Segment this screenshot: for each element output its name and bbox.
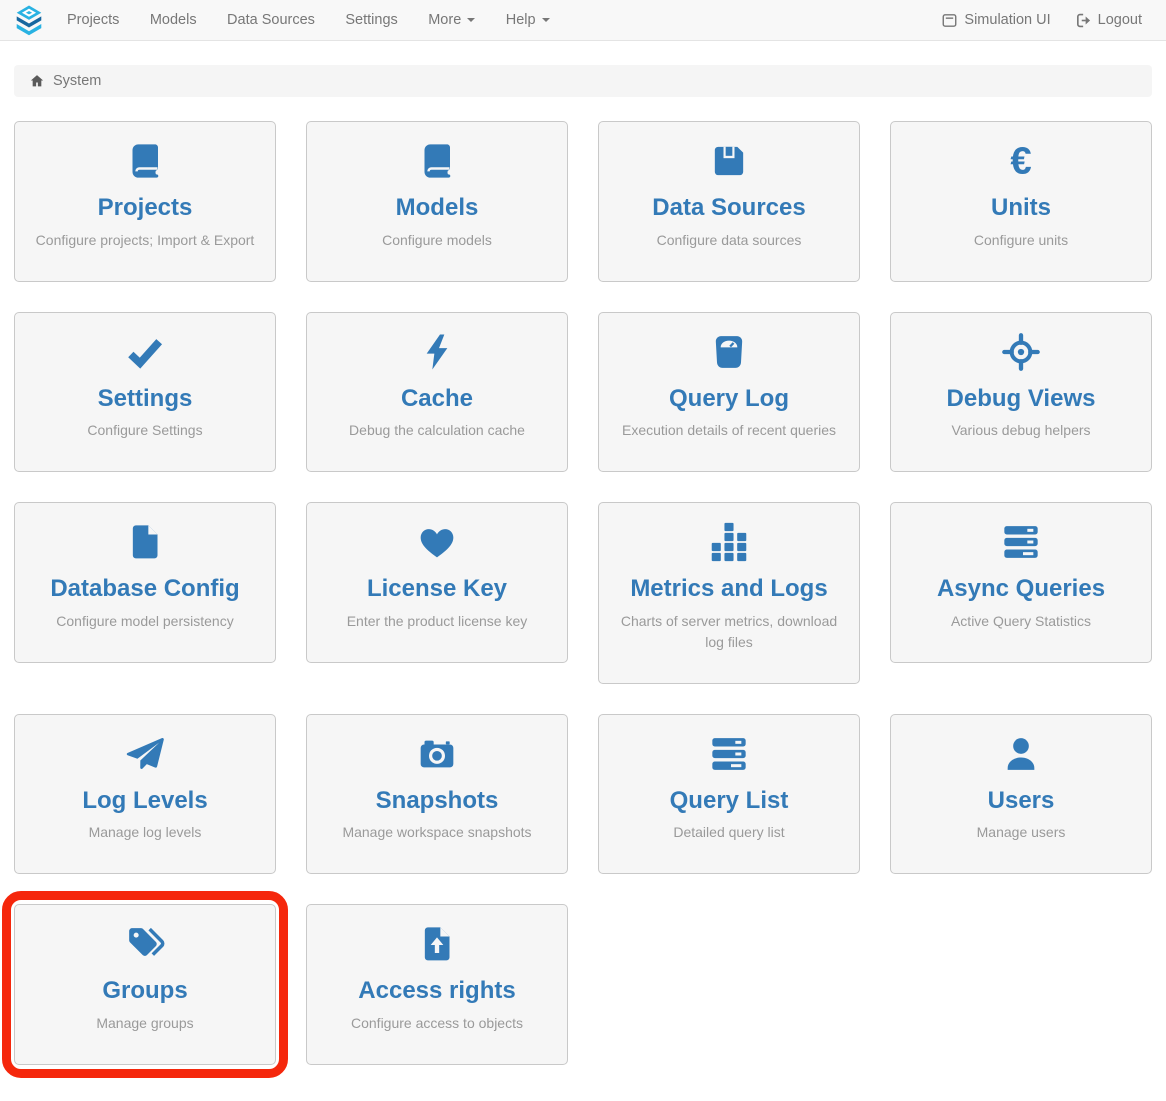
- card-subtitle: Configure projects; Import & Export: [33, 230, 257, 251]
- chevron-down-icon: [467, 18, 475, 22]
- logout-icon: [1075, 12, 1092, 29]
- card-title: Data Sources: [617, 194, 841, 222]
- card-subtitle: Various debug helpers: [909, 420, 1133, 441]
- card-subtitle: Configure model persistency: [33, 611, 257, 632]
- card-title: Database Config: [33, 575, 257, 603]
- card-database-config[interactable]: Database Config Configure model persiste…: [14, 502, 276, 663]
- main-nav: Projects Models Data Sources Settings Mo…: [54, 0, 563, 40]
- card-subtitle: Execution details of recent queries: [617, 420, 841, 441]
- card-subtitle: Active Query Statistics: [909, 611, 1133, 632]
- card-title: Async Queries: [909, 575, 1133, 603]
- nav-item-data-sources[interactable]: Data Sources: [214, 0, 328, 40]
- card-subtitle: Configure models: [325, 230, 549, 251]
- card-snapshots[interactable]: Snapshots Manage workspace snapshots: [306, 714, 568, 875]
- card-subtitle: Configure Settings: [33, 420, 257, 441]
- card-groups[interactable]: Groups Manage groups: [14, 904, 276, 1065]
- save-icon: [617, 141, 841, 181]
- card-units[interactable]: Units Configure units: [890, 121, 1152, 282]
- card-license-key[interactable]: License Key Enter the product license ke…: [306, 502, 568, 663]
- card-title: Metrics and Logs: [617, 575, 841, 603]
- server-icon: [909, 522, 1133, 562]
- scale-icon: [617, 332, 841, 372]
- card-title: Snapshots: [325, 787, 549, 815]
- card-subtitle: Manage groups: [33, 1013, 257, 1034]
- card-async-queries[interactable]: Async Queries Active Query Statistics: [890, 502, 1152, 663]
- card-settings[interactable]: Settings Configure Settings: [14, 312, 276, 473]
- top-navbar: Projects Models Data Sources Settings Mo…: [0, 0, 1166, 41]
- layers-logo-icon: [14, 5, 44, 36]
- card-subtitle: Configure access to objects: [325, 1013, 549, 1034]
- card-metrics-and-logs[interactable]: Metrics and Logs Charts of server metric…: [598, 502, 860, 684]
- page-container: System Projects Configure projects; Impo…: [0, 65, 1166, 1085]
- breadcrumb: System: [14, 65, 1152, 97]
- nav-item-help[interactable]: Help: [493, 0, 563, 40]
- card-title: Units: [909, 194, 1133, 222]
- card-title: Models: [325, 194, 549, 222]
- card-title: Debug Views: [909, 385, 1133, 413]
- card-title: Projects: [33, 194, 257, 222]
- card-subtitle: Enter the product license key: [325, 611, 549, 632]
- book-icon: [325, 141, 549, 181]
- chevron-down-icon: [542, 18, 550, 22]
- nav-item-projects[interactable]: Projects: [54, 0, 132, 40]
- simulation-ui-link[interactable]: Simulation UI: [929, 0, 1062, 40]
- card-access-rights[interactable]: Access rights Configure access to object…: [306, 904, 568, 1065]
- card-title: Query Log: [617, 385, 841, 413]
- chart-icon: [617, 522, 841, 562]
- card-title: Groups: [33, 977, 257, 1005]
- card-title: Log Levels: [33, 787, 257, 815]
- system-card-grid: Projects Configure projects; Import & Ex…: [14, 121, 1152, 1085]
- navbar-right: Simulation UI Logout: [929, 0, 1154, 40]
- euro-icon: [909, 141, 1133, 181]
- card-log-levels[interactable]: Log Levels Manage log levels: [14, 714, 276, 875]
- card-cache[interactable]: Cache Debug the calculation cache: [306, 312, 568, 473]
- card-title: License Key: [325, 575, 549, 603]
- paper-plane-icon: [33, 734, 257, 774]
- card-subtitle: Manage users: [909, 822, 1133, 843]
- card-query-list[interactable]: Query List Detailed query list: [598, 714, 860, 875]
- card-query-log[interactable]: Query Log Execution details of recent qu…: [598, 312, 860, 473]
- server-icon: [617, 734, 841, 774]
- file-upload-icon: [325, 924, 549, 964]
- camera-icon: [325, 734, 549, 774]
- card-subtitle: Configure data sources: [617, 230, 841, 251]
- card-data-sources[interactable]: Data Sources Configure data sources: [598, 121, 860, 282]
- card-subtitle: Configure units: [909, 230, 1133, 251]
- book-icon: [33, 141, 257, 181]
- heart-icon: [325, 522, 549, 562]
- file-icon: [33, 522, 257, 562]
- card-models[interactable]: Models Configure models: [306, 121, 568, 282]
- app-logo[interactable]: [12, 5, 54, 36]
- check-icon: [33, 332, 257, 372]
- card-subtitle: Debug the calculation cache: [325, 420, 549, 441]
- card-projects[interactable]: Projects Configure projects; Import & Ex…: [14, 121, 276, 282]
- card-title: Cache: [325, 385, 549, 413]
- user-icon: [909, 734, 1133, 774]
- card-title: Query List: [617, 787, 841, 815]
- card-title: Users: [909, 787, 1133, 815]
- card-subtitle: Charts of server metrics, download log f…: [617, 611, 841, 653]
- card-subtitle: Manage workspace snapshots: [325, 822, 549, 843]
- window-icon: [941, 12, 958, 29]
- card-users[interactable]: Users Manage users: [890, 714, 1152, 875]
- card-debug-views[interactable]: Debug Views Various debug helpers: [890, 312, 1152, 473]
- card-title: Access rights: [325, 977, 549, 1005]
- crosshair-icon: [909, 332, 1133, 372]
- nav-item-models[interactable]: Models: [137, 0, 210, 40]
- nav-item-more[interactable]: More: [415, 0, 488, 40]
- nav-item-settings[interactable]: Settings: [332, 0, 410, 40]
- card-subtitle: Detailed query list: [617, 822, 841, 843]
- breadcrumb-current: System: [53, 73, 101, 89]
- card-title: Settings: [33, 385, 257, 413]
- card-subtitle: Manage log levels: [33, 822, 257, 843]
- home-icon: [29, 73, 45, 89]
- tags-icon: [33, 924, 257, 964]
- logout-link[interactable]: Logout: [1063, 0, 1154, 40]
- bolt-icon: [325, 332, 549, 372]
